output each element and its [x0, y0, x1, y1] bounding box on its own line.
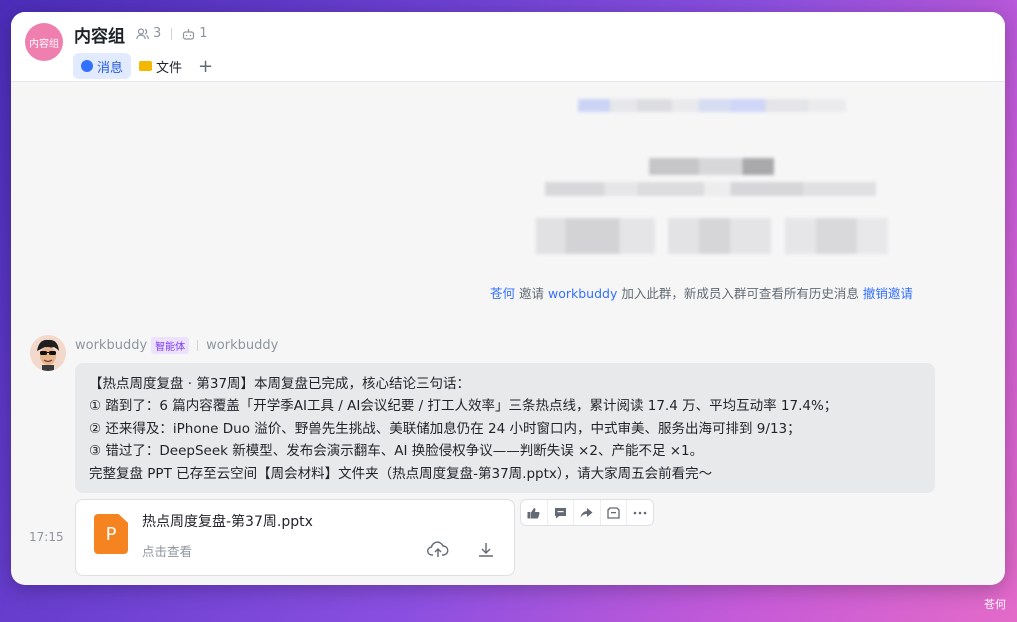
more-icon[interactable]	[627, 500, 653, 525]
redacted-block	[578, 99, 846, 112]
user-name-label: 苍何	[984, 598, 1006, 611]
file-name[interactable]: 热点周度复盘-第37周.pptx	[142, 511, 313, 531]
system-message: 苍何 邀请 workbuddy 加入此群，新成员入群可查看所有历史消息 撤销邀请	[490, 283, 913, 302]
message-line: 完整复盘 PPT 已存至云空间【周会材料】文件夹（热点周度复盘-第37周.ppt…	[89, 465, 713, 482]
pptx-file-icon: P	[94, 514, 128, 554]
redacted-block	[668, 218, 771, 254]
member-count[interactable]: 3	[153, 26, 161, 41]
redacted-block	[545, 182, 876, 196]
save-icon[interactable]	[601, 500, 628, 525]
message-line: ③ 错过了：DeepSeek 新模型、发布会演示翻车、AI 换脸侵权争议——判断…	[89, 443, 704, 460]
file-attachment-card[interactable]: P 热点周度复盘-第37周.pptx 点击查看	[75, 499, 515, 576]
meta-divider	[171, 27, 173, 40]
bot-avatar-icon	[30, 335, 66, 371]
chat-header: 内容组 内容组 3 1 消息 文件 +	[11, 12, 1005, 82]
download-icon[interactable]	[474, 538, 498, 562]
tab-messages-label: 消息	[97, 60, 124, 76]
message-line: ② 还来得及：iPhone Duo 溢价、野兽先生挑战、美联储加息仍在 24 小…	[89, 420, 801, 437]
sender-name[interactable]: workbuddy	[75, 338, 147, 353]
tab-files-label: 文件	[156, 60, 183, 76]
group-meta: 3 1	[136, 26, 208, 41]
members-icon	[136, 27, 149, 40]
add-tab-button[interactable]: +	[198, 56, 213, 77]
sender-alias: workbuddy	[206, 338, 279, 353]
message-line: ① 踏到了：6 篇内容覆盖「开学季AI工具 / AI会议纪要 / 打工人效率」三…	[89, 398, 838, 415]
invitee-link[interactable]: workbuddy	[548, 286, 617, 301]
sys-text: 加入此群，新成员入群可查看所有历史消息	[621, 286, 859, 301]
message-line: 【热点周度复盘 · 第37周】本周复盘已完成，核心结论三句话：	[89, 376, 471, 392]
thumbs-up-icon[interactable]	[521, 500, 548, 525]
avatar[interactable]	[30, 335, 66, 371]
tab-files[interactable]: 文件	[131, 53, 190, 79]
redacted-block	[536, 218, 655, 254]
group-title[interactable]: 内容组	[74, 22, 125, 47]
bot-icon	[182, 28, 195, 40]
bot-count[interactable]: 1	[199, 26, 207, 41]
agent-badge: 智能体	[151, 337, 190, 354]
folder-icon	[139, 61, 153, 71]
revoke-invite-link[interactable]: 撤销邀请	[863, 286, 913, 301]
message-time: 17:15	[29, 530, 64, 544]
redacted-block	[649, 158, 774, 175]
forward-icon[interactable]	[574, 500, 601, 525]
message-bubble[interactable]: 【热点周度复盘 · 第37周】本周复盘已完成，核心结论三句话： ① 踏到了：6 …	[75, 363, 935, 493]
message-action-toolbar	[520, 499, 654, 526]
cloud-upload-icon[interactable]	[426, 538, 450, 562]
chat-tabs: 消息 文件 +	[73, 53, 213, 79]
chat-bubble-icon	[81, 60, 93, 72]
sender-divider	[197, 340, 199, 351]
tab-messages[interactable]: 消息	[73, 53, 132, 79]
inviter-link[interactable]: 苍何	[490, 286, 515, 301]
group-avatar[interactable]: 内容组	[25, 23, 63, 61]
file-open-hint[interactable]: 点击查看	[142, 541, 192, 560]
chat-window: 内容组 内容组 3 1 消息 文件 + 苍何 邀请 workbuddy 加入此群…	[11, 12, 1005, 585]
message-sender: workbuddy 智能体 workbuddy	[75, 337, 278, 354]
comment-icon[interactable]	[548, 500, 575, 525]
redacted-block	[785, 218, 888, 254]
sys-verb: 邀请	[519, 286, 545, 301]
